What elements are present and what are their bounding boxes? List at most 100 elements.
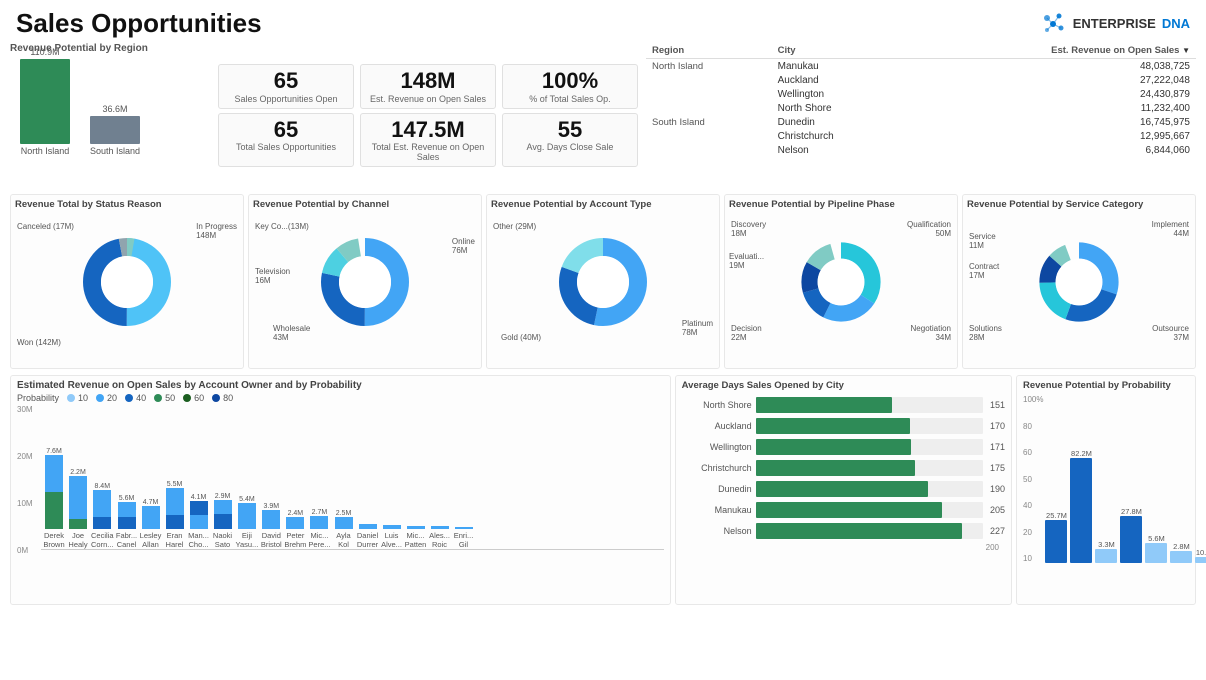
north-island-bar: 110.9M North Island [20,47,70,156]
row1: Revenue Potential by Region 110.9M North… [10,43,1196,188]
fabr-seg2 [118,502,136,517]
man-bar: 4.1M Man...Cho... [188,494,210,549]
kpi-opp-open: 65 Sales Opportunities Open [218,64,354,108]
northshore-hbar-track [756,397,983,413]
prob-chart-container: 100% 80 60 50 40 20 10 25.7M [1023,393,1189,578]
north-island-bar-rect [20,59,70,144]
south-island-region-cell: South Island [646,115,772,157]
fabr-name: Fabr...Canel [116,531,137,549]
donut-row: Revenue Total by Status Reason Canceled … [10,194,1196,369]
naoki-seg1 [214,514,232,529]
prob-bar-60-label: 3.3M [1098,540,1115,549]
nelson-hbar-track [756,523,983,539]
prob-y-80: 80 [1023,422,1043,431]
channel-donut-svg [315,227,415,337]
daniel-stack [359,524,377,529]
cecilia-stack: 8.4M [93,483,111,529]
kpi-total-opp-number: 65 [223,118,349,142]
auckland-city-cell: Auckland [772,73,904,87]
legend-label-60: 60 [194,393,204,403]
y-label-20: 20M [17,452,39,461]
kpi-total-est-rev: 147.5M Total Est. Revenue on Open Sales [360,113,496,167]
wholesale-label: Wholesale43M [273,324,310,342]
eran-seg1 [166,515,184,529]
peter-toplabel: 2.4M [286,510,304,517]
wellington-hbar-track [756,439,983,455]
micpatten-bar: Mic...Patten [405,526,427,549]
mic-seg1 [310,516,328,529]
kpi-row1: 65 Sales Opportunities Open 148M Est. Re… [218,64,638,108]
prob-bar-10: 10.9% [1195,548,1206,563]
lesley-seg1 [142,506,160,529]
logo-enterprise: ENTERPRISE [1073,16,1156,31]
legend-dot-10 [67,394,75,402]
luis-name: LuisAlve... [381,531,402,549]
joe-healy-bar: 2.2M JoeHealy [67,469,89,549]
lesley-stack: 4.7M [142,499,160,529]
won-label: Won (142M) [17,338,61,347]
luis-stack [383,525,401,529]
legend-label-40: 40 [136,393,146,403]
eiji-seg1 [238,503,256,529]
service-panel: Revenue Potential by Service Category Im… [962,194,1196,369]
prob-y-axis: 100% 80 60 50 40 20 10 [1023,393,1043,563]
christchurch-hbar-value: 175 [990,463,1005,473]
joe-toplabel: 2.2M [69,469,87,476]
online-label: Online76M [452,237,475,255]
status-reason-title: Revenue Total by Status Reason [15,199,239,210]
manukau-hbar-label: Manukau [682,505,752,515]
enri-stack [455,527,473,529]
derek-stack: 7.6M [45,448,63,529]
legend-dot-20 [96,394,104,402]
row3: Estimated Revenue on Open Sales by Accou… [10,375,1196,605]
man-toplabel: 4.1M [190,494,208,501]
manukau-city-cell: Manukau [772,59,904,74]
kpi-opp-open-label: Sales Opportunities Open [223,94,349,104]
other-label: Other (29M) [493,222,536,231]
micpatten-stack [407,526,425,529]
naoki-bar: 2.9M NaokiSato [212,493,234,549]
manukau-hbar-track [756,502,983,518]
cecilia-seg2 [93,490,111,517]
lesley-toplabel: 4.7M [142,499,160,506]
legend-20: 20 [96,393,117,403]
kpi-avg-days-number: 55 [507,118,633,142]
prob-bar-50-rect [1120,516,1142,563]
gold-label: Gold (40M) [501,333,541,342]
legend-label-50: 50 [165,393,175,403]
kpi-pct-total-label: % of Total Sales Op. [507,94,633,104]
prob-bar-50-label: 27.8M [1121,507,1142,516]
ayla-bar: 2.5M AylaKol [333,510,355,549]
david-seg1 [262,510,280,529]
auckland-hbar: Auckland 170 [682,418,1005,434]
prob-y-40: 40 [1023,501,1043,510]
keyco-label: Key Co...(13M) [255,222,309,231]
legend-dot-60 [183,394,191,402]
christchurch-hbar: Christchurch 175 [682,460,1005,476]
owner-chart-title: Estimated Revenue on Open Sales by Accou… [17,380,664,391]
peter-seg1 [286,517,304,529]
lesley-bar: 4.7M LesleyAllan [140,499,162,549]
channel-donut: Key Co...(13M) Online76M Television16M W… [253,212,477,352]
logo-icon [1039,10,1067,38]
micpatten-seg1 [407,526,425,529]
prob-bar-20: 2.8M [1170,542,1192,563]
nelson-city-cell: Nelson [772,143,904,157]
kpi-total-est-rev-label: Total Est. Revenue on Open Sales [365,142,491,162]
solutions-label: Solutions28M [969,324,1002,342]
cecilia-bar: 8.4M CeciliaCorn... [91,483,114,549]
ayla-name: AylaKol [336,531,350,549]
est-rev-col-header: Est. Revenue on Open Sales ▼ [904,43,1196,59]
daniel-seg1 [359,524,377,529]
legend-50: 50 [154,393,175,403]
joe-seg2 [69,476,87,519]
kpi-group: 65 Sales Opportunities Open 148M Est. Re… [218,43,638,188]
prob-panel: Revenue Potential by Probability 100% 80… [1016,375,1196,605]
david-bar: 3.9M DavidBristol [260,503,282,549]
prob-bar-10-rect [1195,557,1206,563]
evaluation-label: Evaluati...19M [729,252,764,270]
eiji-toplabel: 5.4M [238,496,256,503]
table-row: South Island Dunedin 16,745,975 [646,115,1196,129]
legend-label-10: 10 [78,393,88,403]
kpi-est-rev-label: Est. Revenue on Open Sales [365,94,491,104]
